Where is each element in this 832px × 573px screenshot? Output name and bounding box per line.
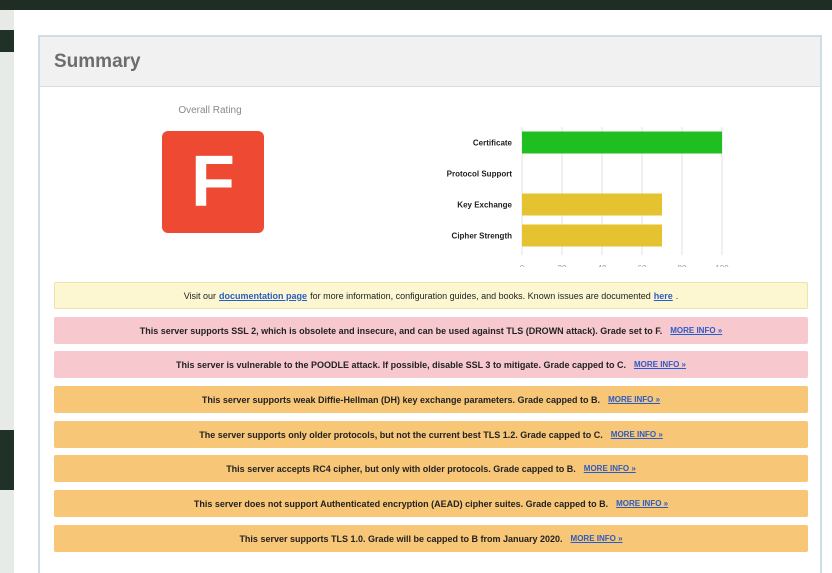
- warning-notice: This server does not support Authenticat…: [54, 490, 808, 517]
- grade-badge: F: [162, 131, 264, 233]
- warning-notice: This server accepts RC4 cipher, but only…: [54, 455, 808, 482]
- x-tick-label: 0: [520, 264, 525, 267]
- left-background-edge: [0, 10, 14, 573]
- notice-text: This server does not support Authenticat…: [193, 498, 609, 509]
- rating-bar-chart: 0 20 40 60 80 100 Certificate Protocol Support K…: [447, 127, 729, 267]
- notice-text: This server supports weak Diffie-Hellman…: [201, 394, 601, 405]
- notice-text: Visit our: [183, 290, 217, 301]
- bar-key-exchange: [522, 193, 662, 216]
- x-tick-label: 80: [678, 264, 687, 267]
- notice-text: This server supports TLS 1.0. Grade will…: [239, 533, 563, 544]
- info-notice: Visit our documentation page for more info…: [54, 282, 808, 309]
- notice-text: This server accepts RC4 cipher, but only…: [226, 463, 576, 474]
- warning-notice: This server supports TLS 1.0. Grade will…: [54, 525, 808, 552]
- more-info-link[interactable]: MORE INFO »: [616, 499, 668, 508]
- panel-header: Summary: [40, 37, 820, 87]
- known-issues-link[interactable]: here: [654, 291, 673, 301]
- notice-text: The server supports only older protocols…: [199, 429, 603, 440]
- bar-cipher-strength: [522, 224, 662, 247]
- warning-notice: This server supports SSL 2, which is obs…: [54, 317, 808, 344]
- left-edge-dark-strip: [0, 430, 14, 490]
- category-label: Protocol Support: [447, 170, 513, 179]
- x-tick-label: 100: [715, 264, 729, 267]
- category-label: Certificate: [473, 139, 513, 148]
- x-tick-label: 40: [598, 264, 607, 267]
- bar-certificate: [522, 131, 722, 154]
- more-info-link[interactable]: MORE INFO »: [611, 430, 663, 439]
- category-label: Cipher Strength: [452, 232, 513, 241]
- x-tick-label: 60: [638, 264, 647, 267]
- more-info-link[interactable]: MORE INFO »: [584, 464, 636, 473]
- more-info-link[interactable]: MORE INFO »: [571, 534, 623, 543]
- more-info-link[interactable]: MORE INFO »: [608, 395, 660, 404]
- notice-text: This server supports SSL 2, which is obs…: [139, 325, 663, 336]
- warning-notice: This server is vulnerable to the POODLE …: [54, 351, 808, 378]
- warning-notice: This server supports weak Diffie-Hellman…: [54, 386, 808, 413]
- x-tick-label: 20: [558, 264, 567, 267]
- summary-panel: Summary Overall Rating F 0 20 40 60 80 100 Cer…: [38, 35, 822, 573]
- left-edge-dark-strip: [0, 30, 14, 52]
- documentation-link[interactable]: documentation page: [219, 291, 307, 301]
- more-info-link[interactable]: MORE INFO »: [634, 360, 686, 369]
- more-info-link[interactable]: MORE INFO »: [670, 326, 722, 335]
- notice-text: This server is vulnerable to the POODLE …: [176, 359, 626, 370]
- overall-rating-label: Overall Rating: [178, 105, 242, 116]
- warning-notice: The server supports only older protocols…: [54, 421, 808, 448]
- category-label: Key Exchange: [457, 201, 512, 210]
- notice-text: .: [675, 290, 679, 301]
- page: Summary Overall Rating F 0 20 40 60 80 100 Cer…: [14, 10, 832, 573]
- notice-text: for more information, configuration guid…: [310, 290, 651, 301]
- panel-title: Summary: [54, 51, 141, 72]
- window-top-band: [0, 0, 832, 10]
